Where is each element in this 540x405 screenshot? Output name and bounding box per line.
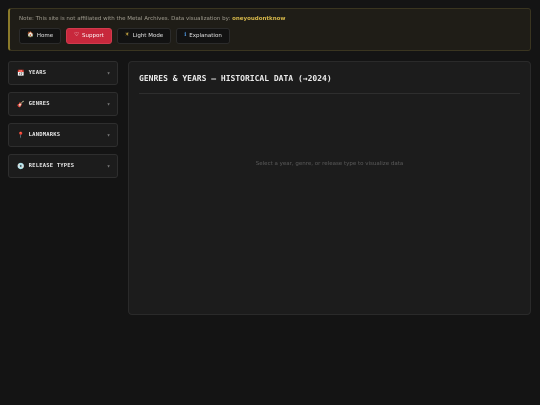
chevron-down-icon: ▼ [107, 132, 110, 138]
sun-icon: ☀ [124, 32, 130, 39]
panel-divider [139, 93, 520, 94]
chevron-down-icon: ▼ [107, 101, 110, 107]
support-button-label: Support [82, 33, 104, 39]
chevron-down-icon: ▼ [107, 163, 110, 169]
sidebar-item-label: YEARS [28, 70, 47, 76]
light-mode-button[interactable]: ☀ Light Mode [116, 28, 172, 44]
explanation-button[interactable]: ℹ Explanation [176, 28, 230, 44]
panel-title: GENRES & YEARS — HISTORICAL DATA (→2024) [139, 74, 332, 83]
sidebar: 📅 YEARS ▼ 🎸 GENRES ▼ 📍 LANDMARKS ▼ 💿 REL… [8, 61, 118, 185]
chevron-down-icon: ▼ [107, 70, 110, 76]
sidebar-item-label: LANDMARKS [28, 132, 61, 138]
sidebar-item-label: GENRES [28, 101, 50, 107]
disc-icon: 💿 [17, 162, 25, 170]
author-name[interactable]: oneyoudontknow [232, 16, 285, 22]
affiliation-notice: Note: This site is not affiliated with t… [8, 8, 531, 51]
empty-state-message: Select a year, genre, or release type to… [255, 161, 404, 167]
light-mode-button-label: Light Mode [132, 33, 164, 39]
sidebar-item-label: RELEASE TYPES [28, 163, 75, 169]
info-icon: ℹ [184, 32, 187, 39]
sidebar-item-landmarks[interactable]: 📍 LANDMARKS ▼ [8, 123, 118, 147]
home-button-label: Home [36, 33, 54, 39]
pin-icon: 📍 [17, 131, 25, 139]
visualization-panel: GENRES & YEARS — HISTORICAL DATA (→2024)… [128, 61, 531, 315]
sidebar-item-release-types[interactable]: 💿 RELEASE TYPES ▼ [8, 154, 118, 178]
notice-message: Note: This site is not affiliated with t… [19, 16, 233, 22]
home-button[interactable]: 🏠 Home [19, 28, 62, 44]
sidebar-item-genres[interactable]: 🎸 GENRES ▼ [8, 92, 118, 116]
home-icon: 🏠 [27, 32, 34, 39]
heart-icon: ♡ [74, 32, 80, 39]
calendar-icon: 📅 [17, 69, 25, 77]
top-button-bar: 🏠 Home ♡ Support ☀ Light Mode ℹ Explanat… [19, 28, 230, 44]
notice-text: Note: This site is not affiliated with t… [19, 16, 285, 22]
support-button[interactable]: ♡ Support [66, 28, 112, 44]
explanation-button-label: Explanation [189, 33, 222, 39]
guitar-icon: 🎸 [17, 100, 25, 108]
sidebar-item-years[interactable]: 📅 YEARS ▼ [8, 61, 118, 85]
